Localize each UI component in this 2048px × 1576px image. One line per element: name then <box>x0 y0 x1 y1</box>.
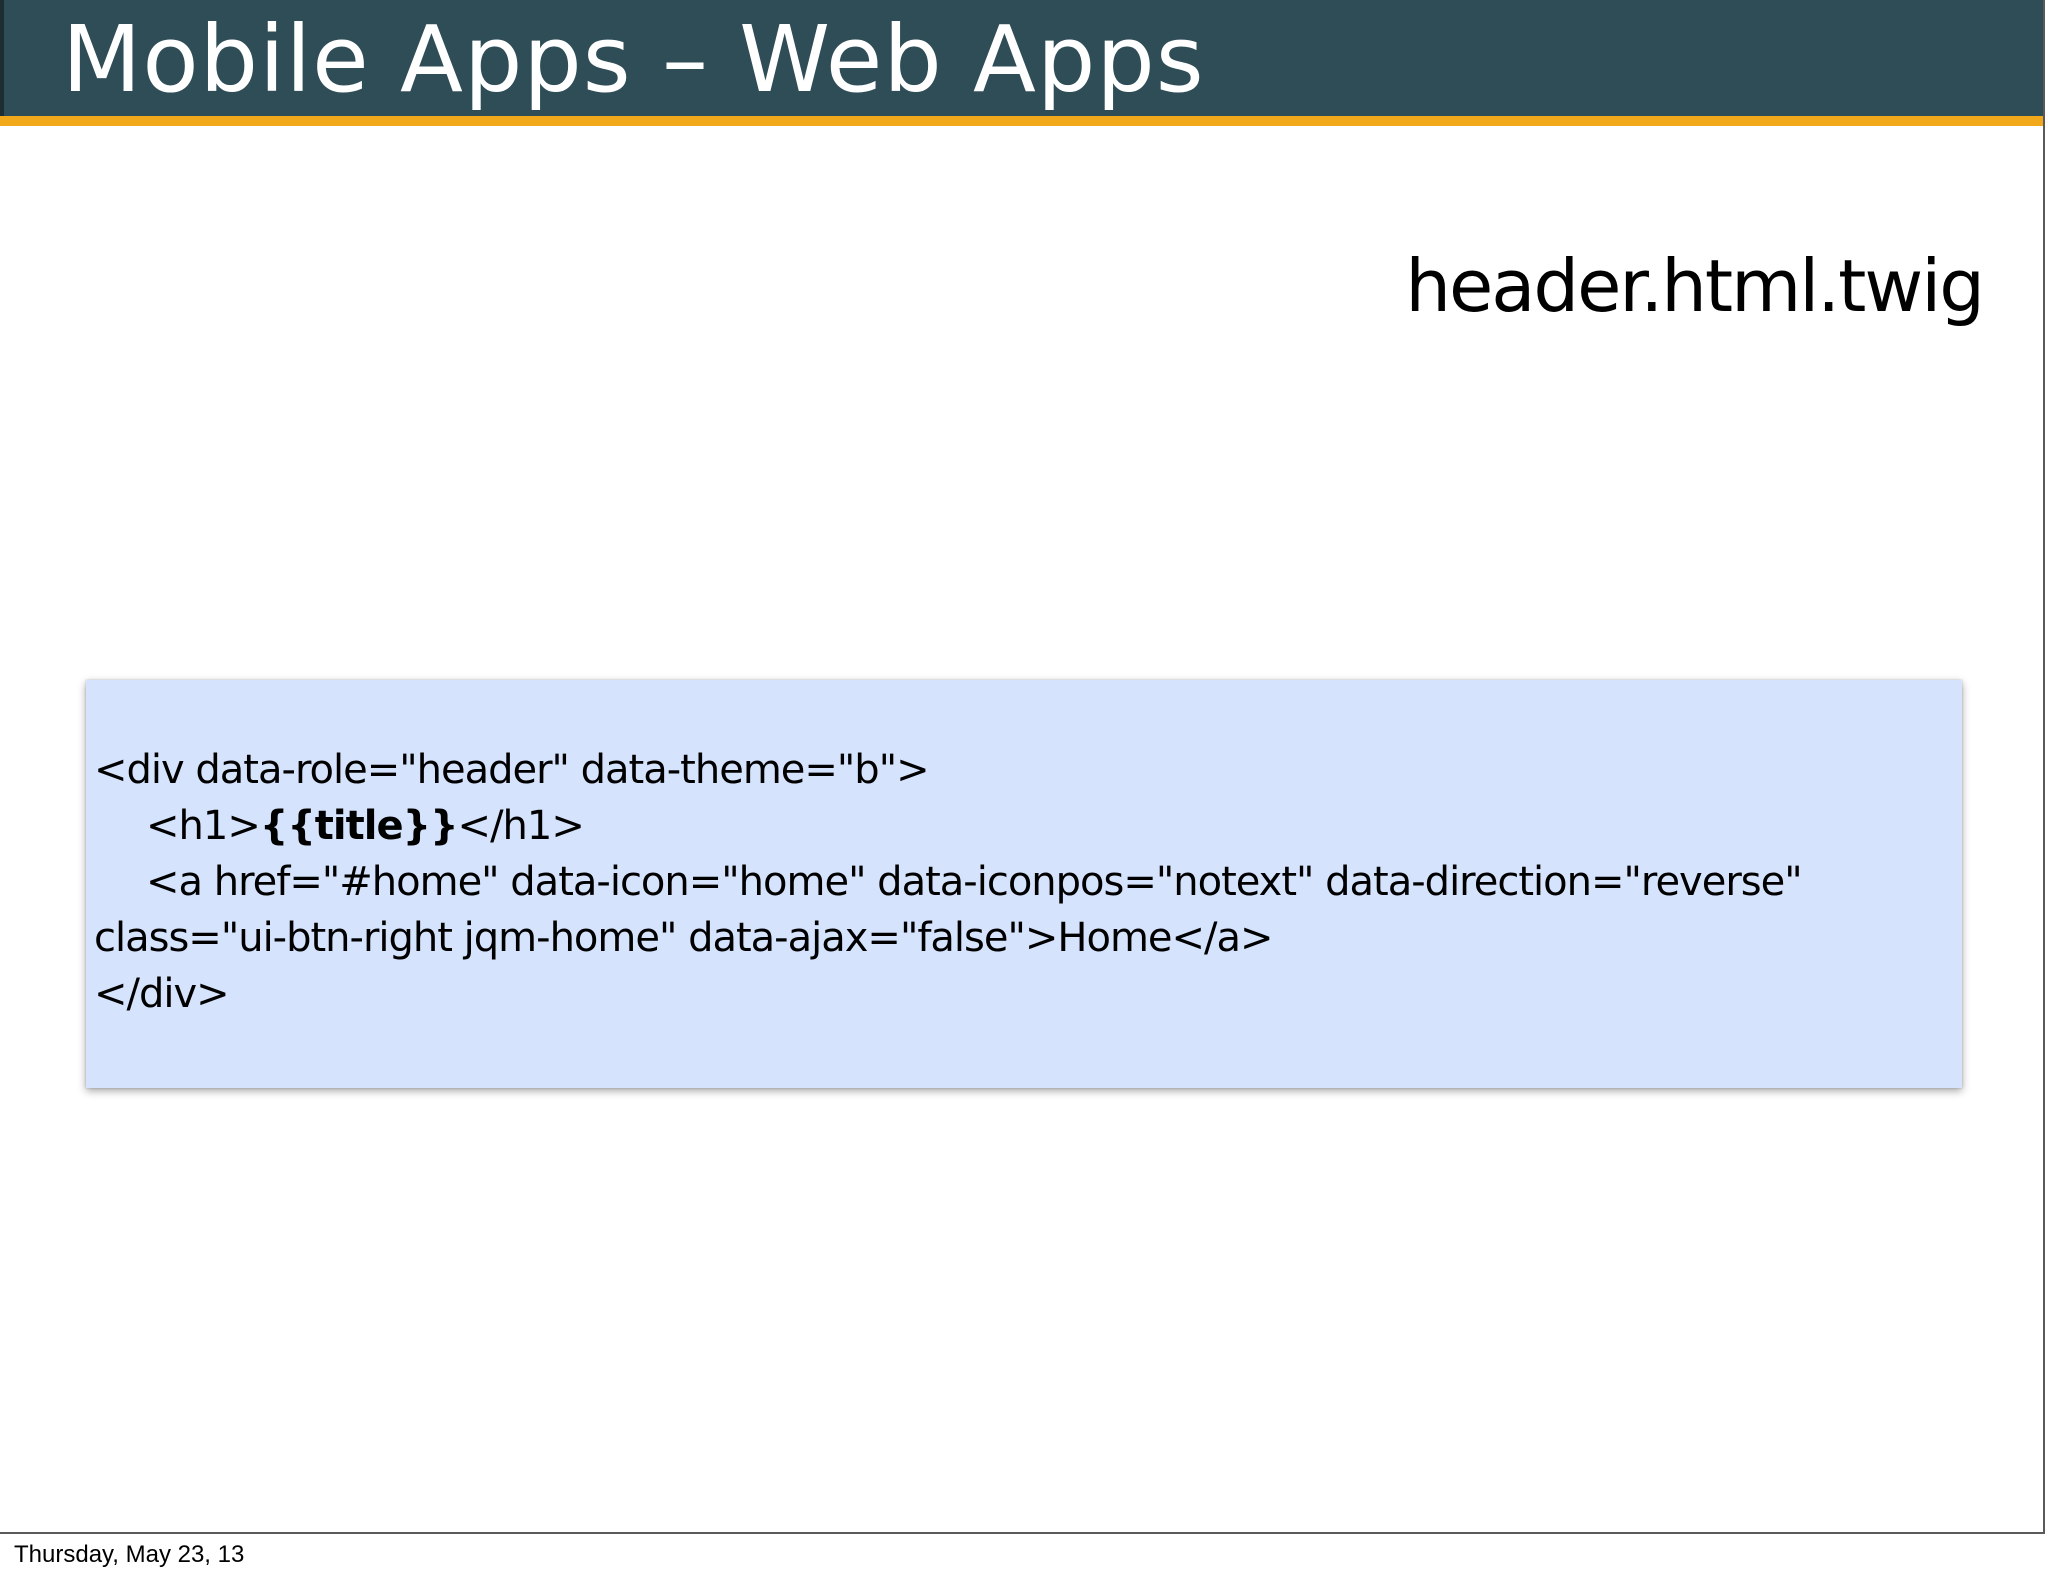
code-line-div-close: </div> <box>94 971 230 1017</box>
code-title-variable: {{title}} <box>259 803 459 849</box>
code-block: <div data-role="header" data-theme="b"> … <box>86 680 1962 1088</box>
title-accent-stripe <box>0 116 2043 126</box>
code-h1-open: <h1> <box>146 803 261 849</box>
footer-date: Thursday, May 23, 13 <box>14 1541 245 1568</box>
slide: Mobile Apps – Web Apps header.html.twig … <box>0 0 2045 1534</box>
title-bar: Mobile Apps – Web Apps <box>0 0 2043 116</box>
code-line-anchor-continued: class="ui-btn-right jqm-home" data-ajax=… <box>94 915 1274 961</box>
code-lines: <div data-role="header" data-theme="b"> … <box>94 742 1954 1022</box>
code-line-div-open: <div data-role="header" data-theme="b"> <box>94 747 930 793</box>
slide-title: Mobile Apps – Web Apps <box>62 6 1205 113</box>
code-h1-close: </h1> <box>457 803 585 849</box>
code-line-h1: <h1>{{title}}</h1> <box>94 798 1954 854</box>
code-line-anchor: <a href="#home" data-icon="home" data-ic… <box>146 859 1803 905</box>
file-name-heading: header.html.twig <box>1405 244 1985 328</box>
